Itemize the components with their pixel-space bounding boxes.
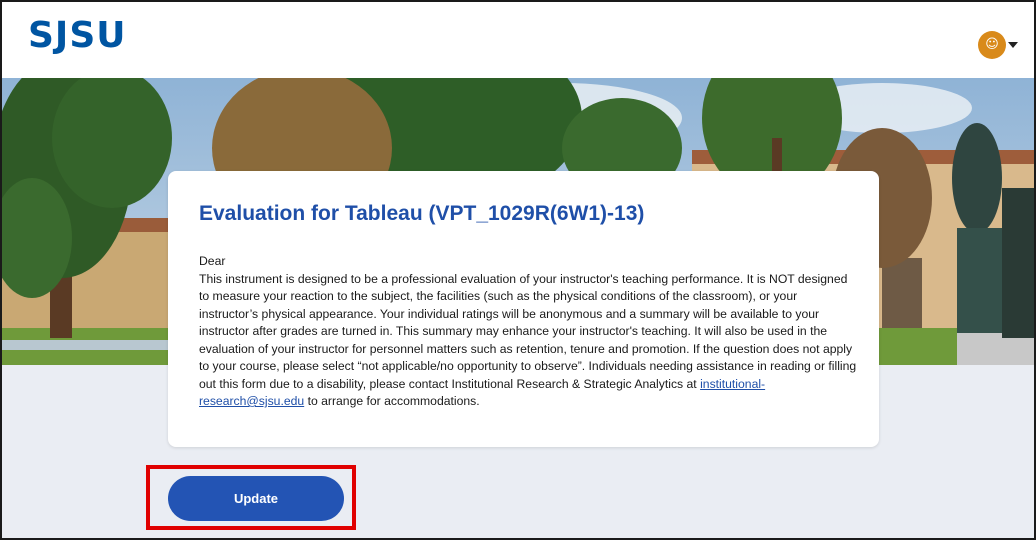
instructions-tail: to arrange for accommodations. (304, 394, 480, 408)
sjsu-logo[interactable]: SJSU (28, 18, 126, 54)
user-avatar-icon: ☺ (985, 37, 999, 52)
user-avatar-button[interactable]: ☺ (978, 31, 1006, 59)
evaluation-description: Dear This instrument is designed to be a… (199, 253, 859, 411)
update-button[interactable]: Update (168, 476, 344, 521)
page-frame: SJSU ☺ Evaluation for Tableau (VPT_1029R… (0, 0, 1036, 540)
greeting-text: Dear (199, 254, 226, 268)
top-header: SJSU ☺ (2, 2, 1034, 78)
chevron-down-icon[interactable] (1008, 42, 1018, 48)
evaluation-title: Evaluation for Tableau (VPT_1029R(6W1)-1… (199, 202, 645, 225)
instructions-text: This instrument is designed to be a prof… (199, 271, 859, 411)
evaluation-card: Evaluation for Tableau (VPT_1029R(6W1)-1… (168, 171, 879, 447)
instructions-body: This instrument is designed to be a prof… (199, 271, 857, 391)
